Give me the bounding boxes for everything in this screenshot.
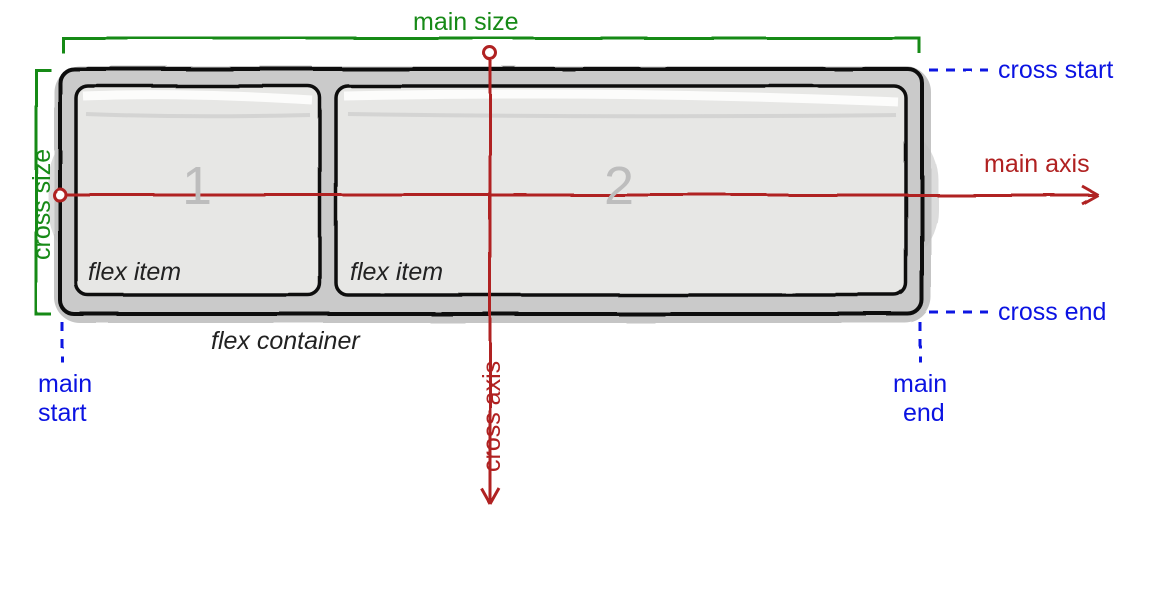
item-number-2: 2	[604, 155, 634, 217]
flex-item-label-1: flex item	[88, 258, 181, 287]
flex-item-label-2: flex item	[350, 258, 443, 287]
cross-axis-label: cross axis	[478, 361, 507, 472]
main-start-label-1: main	[38, 370, 92, 399]
flex-container-label: flex container	[211, 327, 360, 356]
cross-size-label: cross size	[28, 149, 57, 260]
diagram-canvas	[0, 0, 1171, 600]
main-end-label-1: main	[893, 370, 947, 399]
main-end-label-2: end	[903, 399, 945, 428]
main-start-label-2: start	[38, 399, 87, 428]
main-axis-label: main axis	[984, 150, 1090, 179]
cross-start-label: cross start	[998, 56, 1113, 85]
cross-end-label: cross end	[998, 298, 1106, 327]
main-size-label: main size	[413, 8, 519, 37]
item-number-1: 1	[182, 155, 212, 217]
